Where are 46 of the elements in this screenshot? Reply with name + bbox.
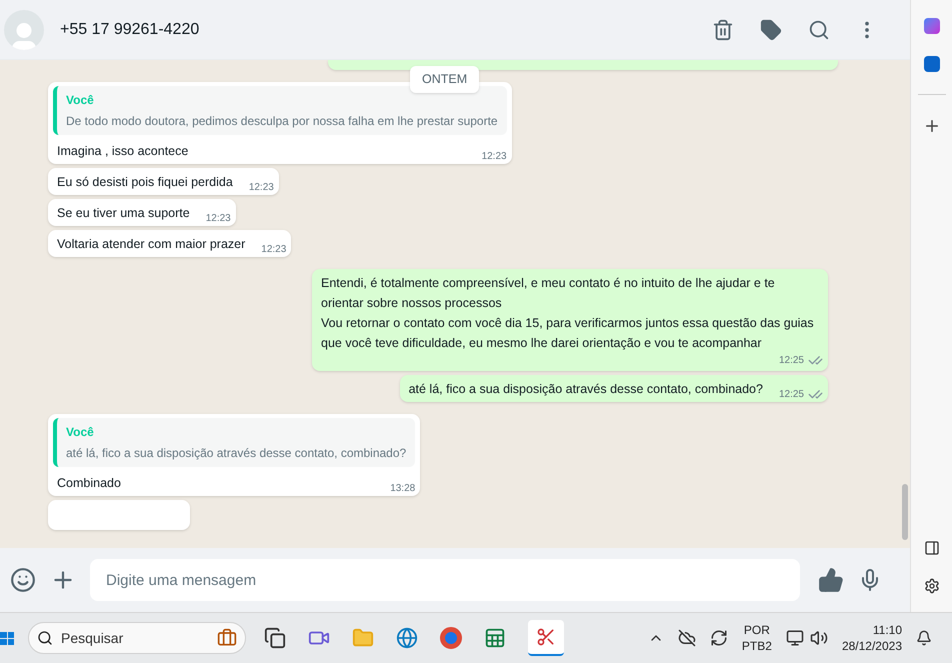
search-icon[interactable] [808,18,830,40]
message-text: Voltaria atender com maior prazer [56,236,246,253]
message-text: até lá, fico a sua disposição através desse contato, combinado? [408,381,764,398]
volume-icon[interactable] [810,629,828,647]
message-time: 12:23 [482,150,507,164]
message-time: 12:23 [261,243,286,257]
contact-name[interactable]: +55 17 99261-4220 [60,18,696,42]
message-input[interactable]: Digite uma mensagem [90,559,800,601]
keyboard-language[interactable]: POR PTB2 [742,622,772,654]
search-icon [37,630,53,646]
quote-text: De todo modo doutora, pedimos desculpa por nossa falha em lhe prestar suporte [66,113,498,130]
app-logo-icon[interactable] [924,18,940,34]
quote-author: Você [66,92,95,109]
settings-icon[interactable] [924,578,940,594]
day-chip: ONTEM [410,66,480,93]
spreadsheet-icon[interactable] [484,627,506,649]
thumbs-up-icon[interactable] [818,567,844,593]
notification-icon[interactable] [916,630,932,646]
quote-text: até lá, fico a sua disposição através desse contato, combinado? [66,445,406,462]
browser-icon[interactable] [396,627,418,649]
message-time: 13:28 [390,482,416,496]
message-text: Imagina , isso acontece [56,143,190,160]
briefcase-icon[interactable] [217,628,237,648]
windows-icon[interactable] [0,632,14,644]
quote-author: Você [66,424,95,441]
task-view-icon[interactable] [264,627,286,649]
message-time: 12:23 [206,212,231,226]
cloud-off-icon[interactable] [678,629,696,647]
emoji-icon[interactable] [10,567,36,593]
message-text: Entendi, é totalmente compreensível, e meu contato é no intuito de lhe ajudar e te orientar sobre nossos processos Vou retornar o contato com você dia 15, para verificarmos juntos essa questão das guias que você teve dificuldade, eu mesmo lhe darei orientação e vou te acompanhar [320,275,815,352]
message-text: Se eu tiver uma suporte [56,205,191,222]
message-time: 12:23 [248,181,274,195]
quoted-message[interactable]: Você até lá, fico a sua disposição através desse contato, combinado? [53,418,416,467]
scrollbar-thumb[interactable] [902,484,908,540]
message-text: Combinado [56,475,122,492]
message-text: Eu só desisti pois fiquei perdida [56,174,234,191]
sync-icon[interactable] [710,629,728,647]
delete-icon[interactable] [712,18,734,40]
message-time: 12:25 [778,388,804,402]
quoted-message[interactable]: Você De todo modo doutora, pedimos desculpa por nossa falha em lhe prestar suporte [53,86,507,135]
clock[interactable]: 11:10 28/12/2023 [842,622,902,654]
panel-icon[interactable] [924,540,940,556]
message-time: 12:25 [778,354,804,368]
taskbar-search[interactable]: Pesquisar [28,622,246,654]
snipping-tool-icon[interactable] [528,620,564,656]
tag-icon[interactable] [760,18,782,40]
